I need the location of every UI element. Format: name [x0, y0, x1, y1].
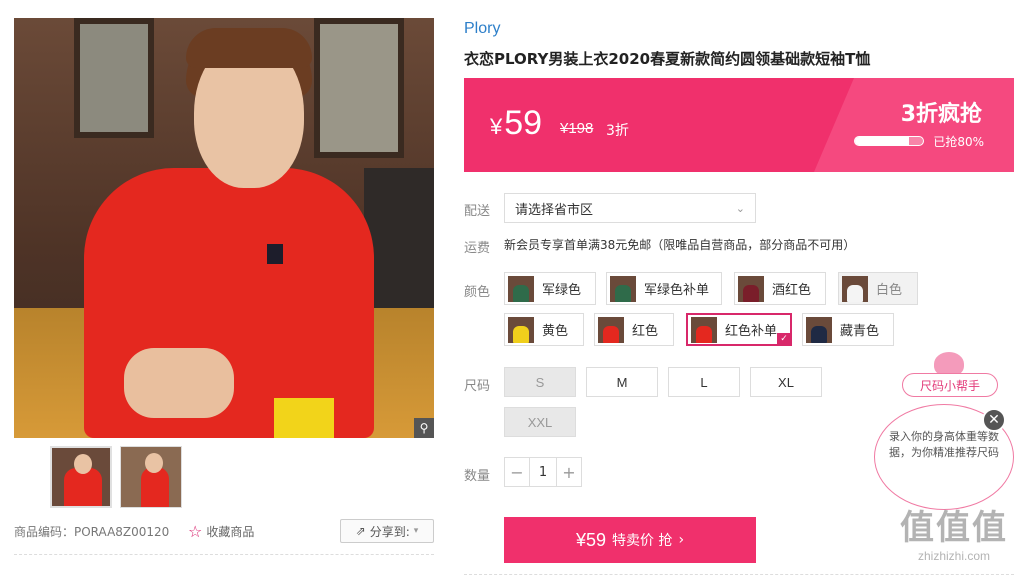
delivery-label: 配送	[464, 204, 491, 219]
color-option[interactable]: 红色	[594, 313, 674, 346]
photo-shirt-logo	[267, 244, 283, 264]
share-button[interactable]: ⇗ 分享到: ▾	[340, 519, 434, 543]
color-option-label: 酒红色	[772, 283, 812, 298]
increase-button[interactable]: +	[557, 458, 581, 486]
color-swatch	[738, 275, 764, 302]
color-option-label: 白色	[876, 283, 903, 298]
sold-progress-text: 已抢80%	[933, 135, 984, 149]
favorite-button[interactable]: ☆ 收藏商品	[188, 522, 254, 541]
divider	[464, 574, 1014, 575]
photo-hair-fringe	[186, 28, 312, 68]
color-swatch	[508, 316, 534, 343]
size-option[interactable]: M	[586, 367, 658, 397]
buy-text: 特卖价 抢	[611, 533, 673, 549]
color-label: 颜色	[464, 285, 491, 300]
color-option-label: 军绿色补单	[644, 283, 710, 298]
discount-label: 3折	[606, 123, 629, 139]
watermark-logo: 值值值	[900, 508, 1008, 548]
main-product-image[interactable]: ⚲	[14, 18, 434, 438]
currency-symbol: ¥	[490, 114, 503, 139]
color-option[interactable]: 白色	[838, 272, 918, 305]
color-option[interactable]: 军绿色	[504, 272, 596, 305]
region-select-placeholder: 请选择省市区	[515, 202, 594, 218]
color-option-label: 红色	[632, 324, 659, 339]
color-option[interactable]: 红色补单	[686, 313, 792, 346]
region-select[interactable]: 请选择省市区 ⌄	[504, 193, 756, 223]
color-option-label: 黄色	[542, 324, 569, 339]
product-meta-row: 商品编码：PORAA8Z00120 ☆ 收藏商品 ⇗ 分享到: ▾	[14, 518, 434, 544]
caret-down-icon: ▾	[413, 526, 419, 536]
chevron-down-icon: ⌄	[735, 201, 745, 215]
photo-car	[364, 168, 434, 328]
sold-progress-fill	[855, 137, 910, 145]
shipping-text: 新会员专享首单满38元免邮（限唯品自营商品，部分商品不可用）	[504, 238, 856, 252]
current-price-value: 59	[504, 104, 543, 142]
close-icon[interactable]: ✕	[982, 408, 1006, 432]
color-option[interactable]: 军绿色补单	[606, 272, 722, 305]
share-icon: ⇗	[355, 524, 366, 538]
decrease-button[interactable]: −	[505, 458, 529, 486]
color-option[interactable]: 藏青色	[802, 313, 894, 346]
magnifier-icon[interactable]: ⚲	[414, 418, 434, 438]
thumbnail-item[interactable]	[120, 446, 182, 508]
product-code: 商品编码：PORAA8Z00120	[14, 524, 170, 539]
original-price: ¥198	[560, 120, 594, 137]
photo-yellow-item	[274, 398, 334, 438]
color-option-label: 军绿色	[542, 283, 582, 298]
thumbnail-strip	[50, 446, 182, 508]
photo-window	[314, 18, 404, 158]
photo-window	[74, 18, 154, 138]
color-swatch	[806, 316, 832, 343]
color-swatch	[610, 275, 636, 302]
size-option[interactable]: XXL	[504, 407, 576, 437]
color-swatch	[842, 275, 868, 302]
brand-link[interactable]: Plory	[464, 20, 500, 38]
chevron-right-icon: ›	[678, 532, 685, 548]
size-label: 尺码	[464, 379, 491, 394]
size-option[interactable]: S	[504, 367, 576, 397]
quantity-input[interactable]: 1	[529, 458, 557, 486]
size-option[interactable]: XL	[750, 367, 822, 397]
current-price: ¥59	[490, 104, 542, 143]
buy-price: ¥59	[575, 529, 606, 550]
sold-progress-bar	[854, 136, 924, 146]
favorite-label: 收藏商品	[206, 524, 255, 539]
photo-arm	[124, 348, 234, 418]
size-option[interactable]: L	[668, 367, 740, 397]
color-option-label: 红色补单	[725, 324, 778, 339]
color-option[interactable]: 黄色	[504, 313, 584, 346]
watermark: 值值值 zhizhizhi.com	[884, 500, 1024, 563]
promo-title: 3折疯抢	[900, 102, 982, 127]
color-swatch	[508, 275, 534, 302]
divider	[14, 554, 434, 555]
color-swatch	[691, 316, 717, 343]
product-title: 衣恋PLORY男装上衣2020春夏新款简约圆领基础款短袖T恤	[464, 50, 871, 68]
star-icon: ☆	[188, 521, 203, 541]
share-label: 分享到:	[369, 524, 410, 539]
quantity-label: 数量	[464, 469, 491, 484]
quantity-stepper: − 1 +	[504, 457, 582, 487]
color-option-label: 藏青色	[840, 324, 880, 339]
buy-button[interactable]: ¥59 特卖价 抢 ›	[504, 517, 756, 563]
price-banner: ¥59 ¥198 3折 3折疯抢 已抢80%	[464, 78, 1014, 172]
color-swatch	[598, 316, 624, 343]
color-option[interactable]: 酒红色	[734, 272, 826, 305]
shipping-label: 运费	[464, 241, 491, 256]
size-helper-tag[interactable]: 尺码小帮手	[902, 373, 998, 397]
watermark-url: zhizhizhi.com	[917, 549, 991, 563]
thumbnail-item[interactable]	[50, 446, 112, 508]
